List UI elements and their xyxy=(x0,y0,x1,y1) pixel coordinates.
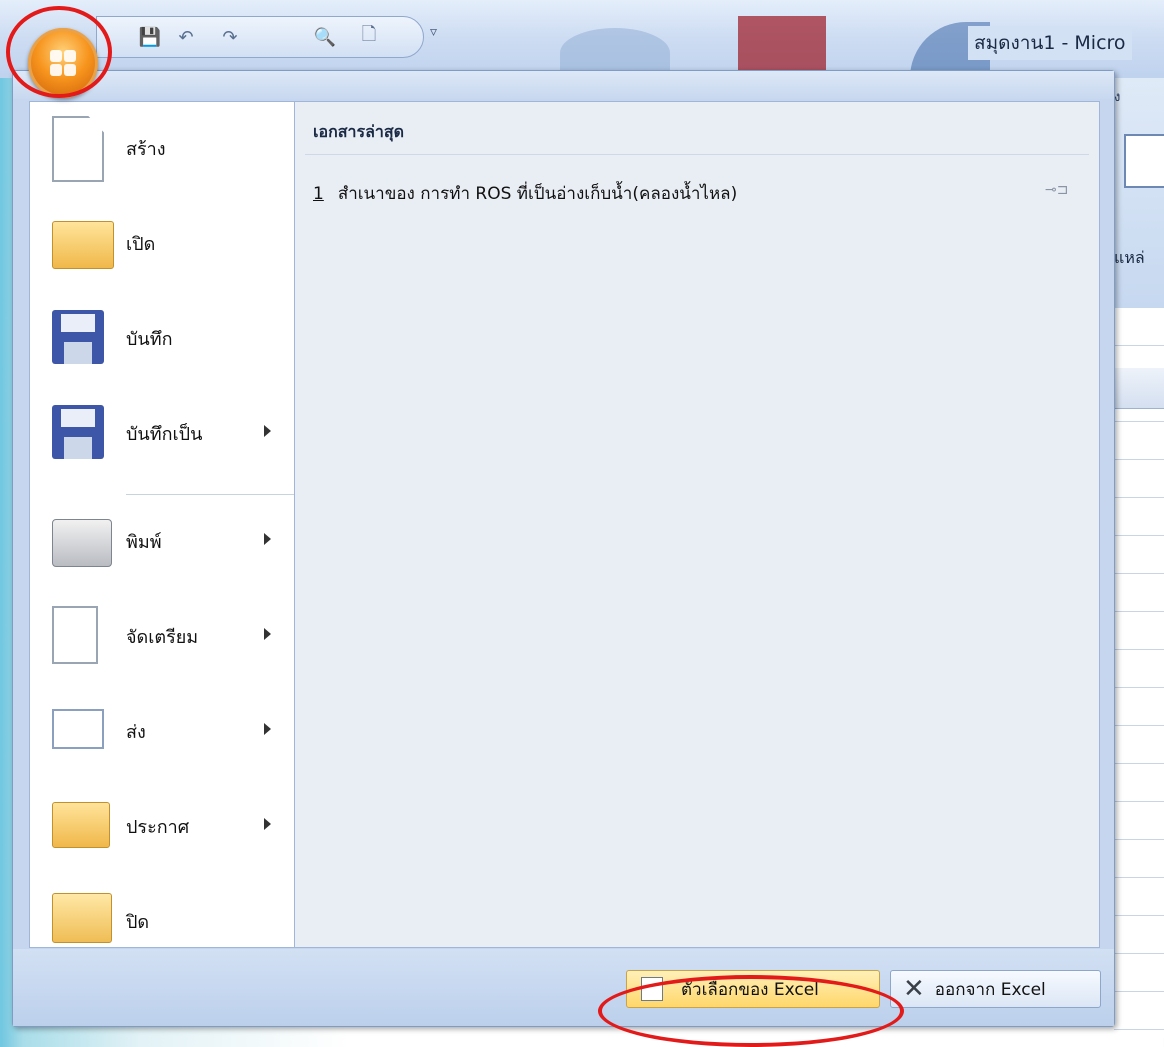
recent-documents-header: เอกสารล่าสุด xyxy=(313,122,405,141)
divider xyxy=(305,154,1089,155)
menu-item-save[interactable]: บันทึก xyxy=(30,292,294,384)
submenu-arrow-icon xyxy=(264,425,271,437)
submenu-arrow-icon xyxy=(264,533,271,545)
menu-item-label: ประกาศ xyxy=(126,817,190,838)
save-icon[interactable]: 💾 xyxy=(137,25,163,49)
prepare-icon xyxy=(52,606,98,664)
menu-item-print[interactable]: พิมพ์ xyxy=(30,495,294,587)
menu-item-label: บันทึก xyxy=(126,329,173,350)
open-folder-icon xyxy=(52,221,114,269)
undo-icon[interactable]: ↶ xyxy=(171,25,201,49)
recent-document-number: 1 xyxy=(313,184,324,204)
exit-excel-label: ออกจาก Excel xyxy=(934,979,1046,1000)
window-title: สมุดงาน1 - Micro xyxy=(968,26,1132,60)
print-preview-icon[interactable]: 🔍 xyxy=(311,25,339,49)
menu-item-label: บันทึกเป็น xyxy=(126,424,203,445)
menu-item-open[interactable]: เปิด xyxy=(30,197,294,289)
publish-icon xyxy=(52,802,110,848)
menu-footer: ตัวเลือกของ Excel ✕ ออกจาก Excel xyxy=(13,949,1114,1026)
worksheet-fragment xyxy=(1114,308,1164,1038)
menu-item-send[interactable]: ส่ง xyxy=(30,685,294,777)
printer-icon xyxy=(52,519,112,567)
column-header[interactable] xyxy=(1114,368,1164,409)
new-document-icon[interactable]: 🗋 xyxy=(355,24,383,49)
table-icon[interactable] xyxy=(1124,134,1164,188)
save-icon xyxy=(52,310,104,364)
menu-item-label: สร้าง xyxy=(126,139,166,160)
office-menu: สร้าง เปิด บันทึก บันทึกเป็น พิมพ์ จัดเต… xyxy=(12,70,1115,1027)
recent-document-item[interactable]: 1 สำเนาของ การทำ ROS ที่เป็นอ่างเก็บน้ำ(ค… xyxy=(313,180,737,207)
menu-item-prepare[interactable]: จัดเตรียม xyxy=(30,590,294,682)
background-decoration xyxy=(738,16,826,78)
menu-item-save-as[interactable]: บันทึกเป็น xyxy=(30,387,294,479)
menu-item-new[interactable]: สร้าง xyxy=(30,102,294,194)
highlight-circle xyxy=(6,6,112,98)
menu-item-publish[interactable]: ประกาศ xyxy=(30,780,294,872)
menu-item-label: ส่ง xyxy=(126,722,146,743)
new-document-icon xyxy=(52,116,104,182)
submenu-arrow-icon xyxy=(264,723,271,735)
close-icon: ✕ xyxy=(903,974,925,1004)
recent-documents-pane: เอกสารล่าสุด 1 สำเนาของ การทำ ROS ที่เป็น… xyxy=(294,101,1100,948)
menu-top-strip xyxy=(13,71,1114,99)
close-icon xyxy=(52,893,112,943)
ribbon-label: แหล่ xyxy=(1114,248,1145,267)
ribbon-fragment: ง แหล่ xyxy=(1114,78,1164,308)
menu-item-label: ปิด xyxy=(126,912,150,933)
save-as-icon xyxy=(52,405,104,459)
recent-document-name: สำเนาของ การทำ ROS ที่เป็นอ่างเก็บน้ำ(คล… xyxy=(337,184,738,204)
highlight-circle xyxy=(598,975,904,1047)
title-bar: 💾 ↶ ↷ 🔍 🗋 ▿ สมุดงาน1 - Micro xyxy=(0,0,1164,78)
redo-icon[interactable]: ↷ xyxy=(215,25,245,49)
menu-item-label: พิมพ์ xyxy=(126,532,162,553)
menu-commands: สร้าง เปิด บันทึก บันทึกเป็น พิมพ์ จัดเต… xyxy=(29,101,295,948)
send-icon xyxy=(52,709,104,749)
exit-excel-button[interactable]: ✕ ออกจาก Excel xyxy=(890,970,1101,1008)
submenu-arrow-icon xyxy=(264,628,271,640)
submenu-arrow-icon xyxy=(264,818,271,830)
quick-access-toolbar: 💾 ↶ ↷ 🔍 🗋 xyxy=(96,16,424,58)
menu-item-label: จัดเตรียม xyxy=(126,627,199,648)
pin-icon[interactable]: ⊸⊐ xyxy=(1045,182,1068,198)
menu-item-label: เปิด xyxy=(126,234,156,255)
customize-quick-access-icon[interactable]: ▿ xyxy=(430,24,437,40)
